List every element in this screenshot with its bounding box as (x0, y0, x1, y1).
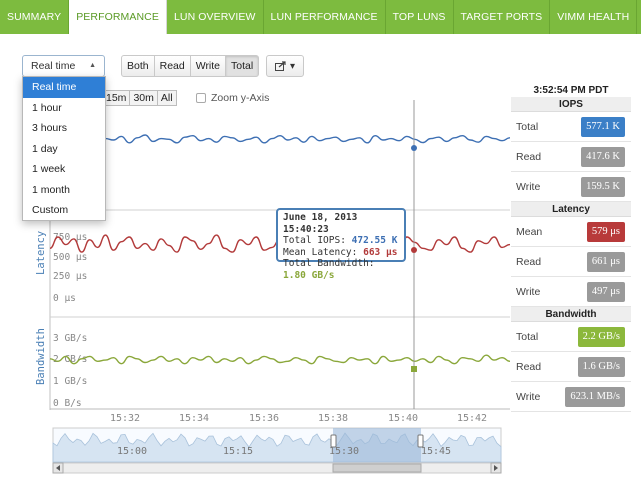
stats-latency-header: Latency (511, 202, 631, 217)
iops-marker (411, 145, 417, 151)
tab-lun-overview[interactable]: LUN OVERVIEW (167, 0, 264, 34)
stat-row-latency-mean: Mean 579 μs (511, 217, 631, 247)
stat-value-badge: 417.6 K (581, 146, 625, 167)
dropdown-item-real-time[interactable]: Real time (23, 77, 105, 98)
dropdown-item-1-hour[interactable]: 1 hour (23, 98, 105, 119)
stat-row-bandwidth-total: Total 2.2 GB/s (511, 322, 631, 352)
tooltip-bandwidth-line: Total Bandwidth: 1.80 GB/s (283, 258, 399, 281)
stat-value-badge: 623.1 MB/s (565, 386, 625, 407)
navigator-tick-label: 15:00 (117, 446, 147, 457)
time-range-select[interactable]: Real time ▲ (22, 55, 105, 77)
tab-performance[interactable]: PERFORMANCE (69, 0, 167, 34)
x-tick-label: 15:32 (110, 413, 140, 424)
time-range-dropdown: Real time 1 hour 3 hours 1 day 1 week 1 month… (22, 76, 106, 221)
bandwidth-axis-label: Bandwidth (35, 328, 47, 385)
latency-marker (411, 247, 417, 253)
x-tick-label: 15:42 (457, 413, 487, 424)
dropdown-item-1-month[interactable]: 1 month (23, 180, 105, 201)
stats-bandwidth-header: Bandwidth (511, 307, 631, 322)
filter-write-button[interactable]: Write (189, 55, 227, 77)
top-nav: SUMMARY PERFORMANCE LUN OVERVIEW LUN PERFOR… (0, 0, 641, 34)
navigator-scrollbar-thumb (332, 463, 422, 473)
tooltip-iops-line: Total IOPS: 472.55 K (283, 235, 399, 247)
dropdown-item-1-day[interactable]: 1 day (23, 139, 105, 160)
navigator-tick-label: 15:15 (223, 446, 253, 457)
stat-row-latency-write: Write 497 μs (511, 277, 631, 307)
tab-top-luns[interactable]: TOP LUNS (386, 0, 454, 34)
tooltip-iops-value: 472.55 K (351, 235, 398, 246)
dropdown-item-3-hours[interactable]: 3 hours (23, 118, 105, 139)
tooltip-latency-label: Mean Latency: (283, 246, 358, 258)
iops-series-line (49, 134, 511, 144)
bandwidth-y-tick: 1 GB/s (53, 376, 87, 387)
stat-value-badge: 159.5 K (581, 176, 625, 197)
stat-value-badge: 661 μs (586, 251, 625, 272)
tooltip-bandwidth-label: Total Bandwidth: (283, 258, 375, 269)
tab-lun-performance[interactable]: LUN PERFORMANCE (264, 0, 386, 34)
tab-target-ports[interactable]: TARGET PORTS (454, 0, 551, 34)
filter-both-button[interactable]: Both (121, 55, 155, 77)
io-filter-group: Both Read Write Total (121, 55, 260, 77)
tooltip-iops-label: Total IOPS: (283, 235, 346, 246)
stat-row-bandwidth-read: Read 1.6 GB/s (511, 352, 631, 382)
stat-label: Write (516, 285, 541, 298)
filter-total-button[interactable]: Total (225, 55, 260, 77)
stat-label: Total (516, 330, 539, 343)
latency-y-tick: 500 μs (53, 252, 87, 263)
x-tick-label: 15:36 (249, 413, 279, 424)
stat-label: Read (516, 255, 542, 268)
tooltip-latency-value: 663 μs (363, 246, 398, 258)
x-tick-label: 15:34 (179, 413, 209, 424)
bandwidth-marker (411, 366, 417, 372)
tab-vimm-health[interactable]: VIMM HEALTH (550, 0, 638, 34)
stat-row-bandwidth-write: Write 623.1 MB/s (511, 382, 631, 412)
stat-label: Read (516, 360, 542, 373)
stat-label: Read (516, 150, 542, 163)
stat-value-badge: 1.6 GB/s (577, 356, 625, 377)
x-tick-label: 15:40 (388, 413, 418, 424)
tooltip-date: June 18, 2013 15:40:23 (283, 212, 358, 235)
dropdown-item-1-week[interactable]: 1 week (23, 159, 105, 180)
latency-axis-label: Latency (35, 231, 47, 275)
filter-read-button[interactable]: Read (153, 55, 191, 77)
stat-value-badge: 579 μs (586, 221, 625, 242)
stat-label: Write (516, 180, 541, 193)
stats-timestamp: 3:52:54 PM PDT (533, 85, 609, 96)
tooltip-bandwidth-value: 1.80 GB/s (283, 269, 335, 281)
bandwidth-series-line (49, 354, 511, 365)
stats-panel: 3:52:54 PM PDT IOPS Total 577.1 K Read 4… (511, 84, 631, 412)
tab-summary[interactable]: SUMMARY (0, 0, 70, 34)
latency-y-tick: 0 μs (53, 293, 76, 304)
navigator-tick-label: 15:45 (421, 446, 451, 457)
stat-label: Mean (516, 225, 543, 238)
export-icon (274, 61, 286, 71)
navigator-tick-label: 15:30 (329, 446, 359, 457)
stats-iops-header: IOPS (511, 97, 631, 112)
stat-value-badge: 497 μs (586, 281, 625, 302)
latency-y-tick: 250 μs (53, 271, 87, 282)
tooltip-latency-line: Mean Latency: 663 μs (283, 247, 399, 259)
stat-row-iops-total: Total 577.1 K (511, 112, 631, 142)
chevron-down-icon: ▾ (289, 60, 296, 72)
bandwidth-y-tick: 0 B/s (53, 398, 82, 409)
dropdown-item-custom[interactable]: Custom (23, 200, 105, 221)
chevron-up-icon: ▲ (89, 62, 96, 69)
stat-row-latency-read: Read 661 μs (511, 247, 631, 277)
stat-label: Total (516, 120, 539, 133)
stat-row-iops-write: Write 159.5 K (511, 172, 631, 202)
chart-tooltip: June 18, 2013 15:40:23 Total IOPS: 472.5… (276, 208, 406, 281)
stat-value-badge: 2.2 GB/s (577, 326, 625, 347)
bandwidth-y-tick: 3 GB/s (53, 333, 87, 344)
stat-value-badge: 577.1 K (581, 116, 625, 137)
x-tick-label: 15:38 (318, 413, 348, 424)
stat-row-iops-read: Read 417.6 K (511, 142, 631, 172)
navigator-scrollbar (52, 462, 502, 474)
stat-label: Write (516, 390, 541, 403)
export-button[interactable]: ▾ (266, 55, 304, 77)
time-range-select-value: Real time (31, 60, 76, 72)
